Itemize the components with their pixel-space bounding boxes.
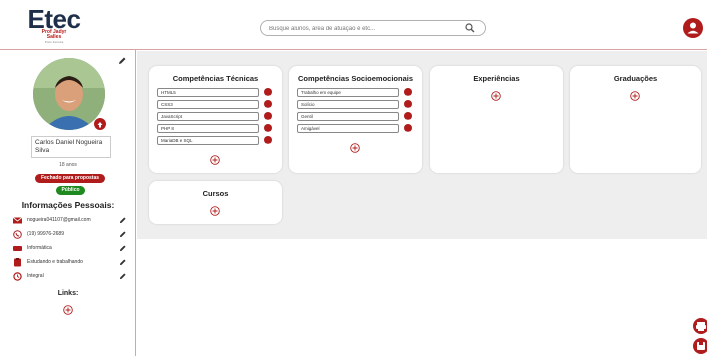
skill-item[interactable]: HTML5: [157, 88, 259, 97]
main-content: Competências Técnicas HTML5 CSS3 JavaScr…: [137, 51, 707, 239]
remove-skill-button[interactable]: [404, 88, 412, 99]
email-icon: [13, 217, 22, 224]
info-phone-text: (19) 99976-2689: [27, 231, 64, 237]
course-icon: [13, 246, 22, 251]
edit-profile-pencil-icon[interactable]: [118, 57, 126, 65]
remove-skill-button[interactable]: [404, 100, 412, 111]
profile-age: 18 anos: [59, 162, 77, 168]
printer-icon: [696, 322, 706, 331]
edit-phone-pencil-icon[interactable]: [119, 231, 126, 238]
info-period-text: Integral: [27, 273, 44, 279]
status-icon: [14, 258, 21, 267]
search-icon[interactable]: [465, 23, 475, 33]
info-row-course: Informática: [13, 244, 133, 254]
upload-icon: [97, 122, 103, 128]
edit-course-pencil-icon[interactable]: [119, 245, 126, 252]
user-avatar-button[interactable]: [683, 18, 703, 38]
user-icon: [687, 22, 699, 34]
remove-skill-button[interactable]: [404, 112, 412, 123]
add-socio-plus-icon[interactable]: [350, 143, 360, 153]
skill-item[interactable]: CSS3: [157, 100, 259, 109]
remove-skill-button[interactable]: [404, 124, 412, 135]
info-row-phone: (19) 99976-2689: [13, 230, 133, 240]
skill-item[interactable]: MariaDB e SQL: [157, 136, 259, 145]
etec-logo[interactable]: Etec Prof Jadyr Salles Porto Ferreira: [26, 4, 82, 44]
remove-skill-button[interactable]: [264, 112, 272, 123]
card-title-cursos: Cursos: [202, 189, 229, 198]
skill-item[interactable]: Trabalho em equipe: [297, 88, 399, 97]
add-curso-plus-icon[interactable]: [210, 206, 220, 216]
card-title-experiencias: Experiências: [473, 74, 520, 83]
save-button[interactable]: [693, 338, 707, 354]
search-bar[interactable]: [260, 20, 486, 36]
skill-item[interactable]: PHP 8: [157, 124, 259, 133]
edit-period-pencil-icon[interactable]: [119, 273, 126, 280]
skill-item[interactable]: Solício: [297, 100, 399, 109]
info-row-status: Estudando e trabalhando: [13, 258, 133, 268]
links-title: Links:: [57, 290, 79, 297]
edit-email-pencil-icon[interactable]: [119, 217, 126, 224]
remove-skill-button[interactable]: [264, 100, 272, 111]
clock-icon: [13, 272, 22, 281]
info-email-text: nogueira041107@gmail.com: [27, 217, 91, 223]
info-row-email: nogueira041107@gmail.com: [13, 216, 133, 226]
close-icon: [406, 131, 410, 135]
add-experiencia-plus-icon[interactable]: [491, 91, 501, 101]
card-experiencias: Experiências: [430, 66, 563, 173]
add-tecnica-plus-icon[interactable]: [210, 155, 220, 165]
add-graduacao-plus-icon[interactable]: [630, 91, 640, 101]
card-graduacoes: Graduações: [570, 66, 701, 173]
info-status-text: Estudando e trabalhando: [27, 259, 83, 265]
card-title-tecnicas: Competências Técnicas: [172, 74, 259, 83]
edit-status-pencil-icon[interactable]: [119, 259, 126, 266]
skill-item[interactable]: JavaScript: [157, 112, 259, 121]
card-title-graduacoes: Graduações: [613, 74, 658, 83]
info-course-text: Informática: [27, 245, 52, 251]
visibility-badge[interactable]: Público: [56, 186, 85, 195]
personal-info-title: Informações Pessoais:: [21, 200, 115, 210]
remove-skill-button[interactable]: [264, 88, 272, 99]
card-competencias-socioemocionais: Competências Socioemocionais Trabalho em…: [289, 66, 422, 173]
skill-item[interactable]: Amigável: [297, 124, 399, 133]
top-header: Etec Prof Jadyr Salles Porto Ferreira: [0, 0, 707, 50]
close-icon: [266, 143, 270, 147]
info-row-period: Integral: [13, 272, 133, 282]
change-photo-button[interactable]: [94, 118, 106, 130]
save-icon: [697, 342, 705, 350]
search-input[interactable]: [269, 23, 459, 34]
remove-skill-button[interactable]: [264, 136, 272, 147]
logo-main-text: Etec: [27, 4, 81, 34]
logo-sub-text-3: Porto Ferreira: [44, 40, 64, 44]
profile-sidebar: Carlos Daniel Nogueira Silva 18 anos Fec…: [0, 50, 136, 356]
card-cursos: Cursos: [149, 181, 282, 224]
skill-item[interactable]: Gentil: [297, 112, 399, 121]
whatsapp-icon: [13, 230, 22, 239]
proposal-status-badge[interactable]: Fechado para propostas: [35, 174, 105, 183]
profile-name[interactable]: Carlos Daniel Nogueira Silva: [31, 136, 111, 158]
card-competencias-tecnicas: Competências Técnicas HTML5 CSS3 JavaScr…: [149, 66, 282, 173]
print-button[interactable]: [693, 318, 707, 334]
card-title-socio: Competências Socioemocionais: [297, 74, 414, 83]
remove-skill-button[interactable]: [264, 124, 272, 135]
add-link-plus-icon[interactable]: [63, 305, 73, 315]
